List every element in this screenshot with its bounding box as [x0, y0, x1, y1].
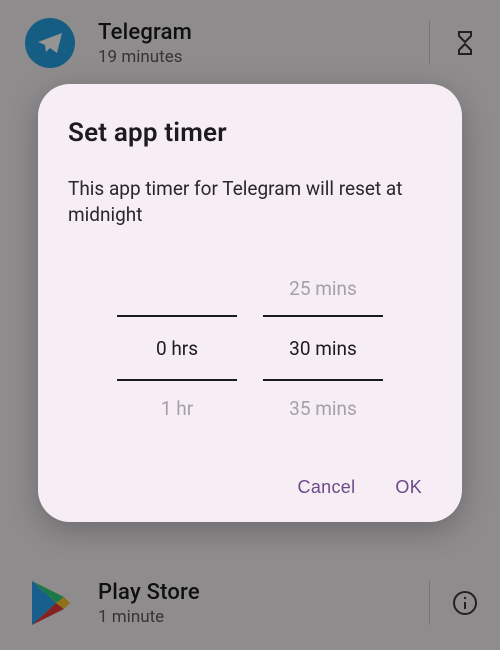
dialog-title: Set app timer: [68, 118, 432, 148]
set-app-timer-dialog: Set app timer This app timer for Telegra…: [38, 84, 462, 522]
time-picker: 0 hrs 1 hr 25 mins 30 mins 35 mins: [68, 261, 432, 435]
hours-wheel[interactable]: 0 hrs 1 hr: [117, 261, 237, 435]
hours-next: 1 hr: [117, 381, 237, 435]
hours-current: 0 hrs: [117, 315, 237, 381]
cancel-button[interactable]: Cancel: [298, 477, 356, 498]
ok-button[interactable]: OK: [395, 477, 422, 498]
hours-prev: [117, 261, 237, 315]
minutes-current: 30 mins: [263, 315, 383, 381]
minutes-next: 35 mins: [263, 381, 383, 435]
dialog-body: This app timer for Telegram will reset a…: [68, 176, 432, 227]
minutes-wheel[interactable]: 25 mins 30 mins 35 mins: [263, 261, 383, 435]
minutes-prev: 25 mins: [263, 261, 383, 315]
